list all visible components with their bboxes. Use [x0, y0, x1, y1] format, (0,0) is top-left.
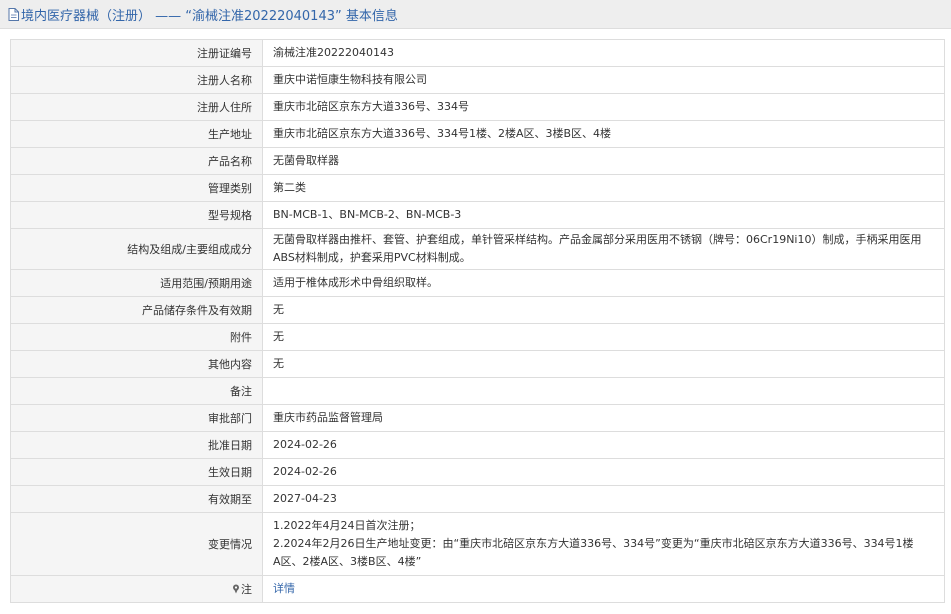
row-value: 重庆市北碚区京东方大道336号、334号 — [262, 93, 945, 121]
row-value: 无 — [262, 296, 945, 324]
row-value: 无菌骨取样器 — [262, 147, 945, 175]
table-row: 型号规格 BN-MCB-1、BN-MCB-2、BN-MCB-3 — [10, 201, 945, 229]
row-label: 注册人住所 — [10, 93, 263, 121]
row-label: 批准日期 — [10, 431, 263, 459]
row-value: BN-MCB-1、BN-MCB-2、BN-MCB-3 — [262, 201, 945, 229]
row-label: 产品储存条件及有效期 — [10, 296, 263, 324]
page-header: 境内医疗器械（注册） —— “渝械注准20222040143” 基本信息 — [0, 0, 951, 29]
table-row: 管理类别 第二类 — [10, 174, 945, 202]
row-value: 渝械注准20222040143 — [262, 39, 945, 67]
value-line: A区、2楼A区、3楼B区、4楼” — [273, 555, 422, 568]
page-title: 境内医疗器械（注册） —— “渝械注准20222040143” 基本信息 — [21, 8, 398, 24]
value-line: 2.2024年2月26日生产地址变更：由“重庆市北碚区京东方大道336号、334… — [273, 537, 914, 550]
value-line: 无菌骨取样器由推杆、套管、护套组成，单针管采样结构。产品金属部分采用医用不锈钢（… — [273, 233, 922, 246]
row-label: 适用范围/预期用途 — [10, 269, 263, 297]
row-value: 重庆市北碚区京东方大道336号、334号1楼、2楼A区、3楼B区、4楼 — [262, 120, 945, 148]
pin-icon — [232, 584, 240, 594]
table-row: 批准日期 2024-02-26 — [10, 431, 945, 459]
row-label: 生产地址 — [10, 120, 263, 148]
table-row: 备注 — [10, 377, 945, 405]
table-row: 其他内容 无 — [10, 350, 945, 378]
row-label: 其他内容 — [10, 350, 263, 378]
row-label: 型号规格 — [10, 201, 263, 229]
row-value: 2027-04-23 — [262, 485, 945, 513]
row-label: 结构及组成/主要组成成分 — [10, 228, 263, 270]
table-row: 生效日期 2024-02-26 — [10, 458, 945, 486]
row-value: 1.2022年4月24日首次注册； 2.2024年2月26日生产地址变更：由“重… — [262, 512, 945, 576]
details-link[interactable]: 详情 — [273, 582, 295, 595]
table-row: 结构及组成/主要组成成分 无菌骨取样器由推杆、套管、护套组成，单针管采样结构。产… — [10, 228, 945, 270]
value-line: ABS材料制成，护套采用PVC材料制成。 — [273, 251, 471, 264]
row-label: 注册人名称 — [10, 66, 263, 94]
table-row: 注册人住所 重庆市北碚区京东方大道336号、334号 — [10, 93, 945, 121]
row-label: 变更情况 — [10, 512, 263, 576]
row-value — [262, 377, 945, 405]
table-row: 注册证编号 渝械注准20222040143 — [10, 39, 945, 67]
table-row: 产品名称 无菌骨取样器 — [10, 147, 945, 175]
table-row: 注 详情 — [10, 575, 945, 603]
table-row: 产品储存条件及有效期 无 — [10, 296, 945, 324]
row-value: 详情 — [262, 575, 945, 603]
row-label: 注册证编号 — [10, 39, 263, 67]
row-value: 无 — [262, 350, 945, 378]
row-value: 适用于椎体成形术中骨组织取样。 — [262, 269, 945, 297]
row-value: 2024-02-26 — [262, 431, 945, 459]
row-value: 重庆中诺恒康生物科技有限公司 — [262, 66, 945, 94]
table-row: 变更情况 1.2022年4月24日首次注册； 2.2024年2月26日生产地址变… — [10, 512, 945, 576]
row-value: 无 — [262, 323, 945, 351]
table-row: 有效期至 2027-04-23 — [10, 485, 945, 513]
table-row: 适用范围/预期用途 适用于椎体成形术中骨组织取样。 — [10, 269, 945, 297]
table-row: 审批部门 重庆市药品监督管理局 — [10, 404, 945, 432]
row-label: 有效期至 — [10, 485, 263, 513]
row-label: 管理类别 — [10, 174, 263, 202]
table-row: 附件 无 — [10, 323, 945, 351]
row-value: 重庆市药品监督管理局 — [262, 404, 945, 432]
row-label: 产品名称 — [10, 147, 263, 175]
table-row: 生产地址 重庆市北碚区京东方大道336号、334号1楼、2楼A区、3楼B区、4楼 — [10, 120, 945, 148]
detail-table: 注册证编号 渝械注准20222040143 注册人名称 重庆中诺恒康生物科技有限… — [10, 39, 945, 603]
row-label: 生效日期 — [10, 458, 263, 486]
row-label: 附件 — [10, 323, 263, 351]
table-row: 注册人名称 重庆中诺恒康生物科技有限公司 — [10, 66, 945, 94]
note-label-cell: 注 — [10, 575, 263, 603]
document-icon — [8, 7, 19, 21]
row-label: 审批部门 — [10, 404, 263, 432]
row-value: 第二类 — [262, 174, 945, 202]
row-value: 无菌骨取样器由推杆、套管、护套组成，单针管采样结构。产品金属部分采用医用不锈钢（… — [262, 228, 945, 270]
value-line: 1.2022年4月24日首次注册； — [273, 519, 421, 532]
row-label: 备注 — [10, 377, 263, 405]
note-label: 注 — [241, 583, 252, 596]
row-value: 2024-02-26 — [262, 458, 945, 486]
